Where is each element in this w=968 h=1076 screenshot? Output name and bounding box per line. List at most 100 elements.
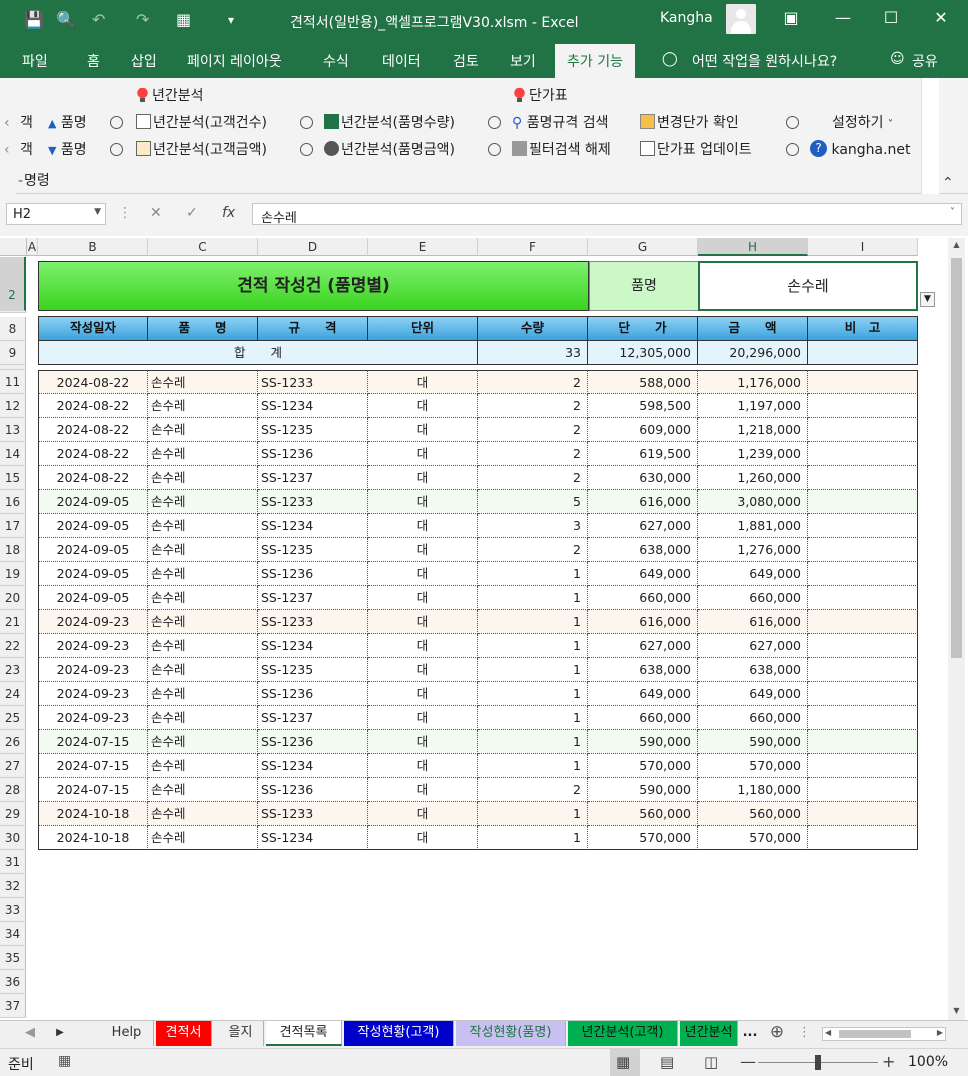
cell-price[interactable]: 590,000 — [588, 778, 698, 802]
cell-date[interactable]: 2024-09-23 — [38, 658, 148, 682]
cell-price[interactable]: 598,500 — [588, 394, 698, 418]
radio-7[interactable] — [786, 114, 799, 132]
row-header-9[interactable]: 9 — [0, 341, 26, 365]
cell-price[interactable]: 660,000 — [588, 586, 698, 610]
cell-unit[interactable]: 대 — [368, 562, 478, 586]
collapse-ribbon-icon[interactable]: ⌃ — [942, 174, 954, 192]
cell-qty[interactable]: 2 — [478, 538, 588, 562]
cell-price[interactable]: 570,000 — [588, 754, 698, 778]
cell-price[interactable]: 630,000 — [588, 466, 698, 490]
cell-date[interactable]: 2024-09-23 — [38, 634, 148, 658]
cell-note[interactable] — [808, 418, 918, 442]
cell-spec[interactable]: SS-1236 — [258, 682, 368, 706]
cell-note[interactable] — [808, 514, 918, 538]
cell-qty[interactable]: 2 — [478, 418, 588, 442]
cell-item[interactable]: 손수레 — [148, 826, 258, 850]
worksheet-grid[interactable]: A B C D E F G H I 2 8 9 견적 작성건 (품명별) 품명 … — [0, 236, 968, 1020]
cell-spec[interactable]: SS-1237 — [258, 466, 368, 490]
item-qty-button[interactable]: 년간분석(품명수량) — [324, 114, 455, 132]
cell-price[interactable]: 616,000 — [588, 610, 698, 634]
cell-qty[interactable]: 3 — [478, 514, 588, 538]
cell-date[interactable]: 2024-09-05 — [38, 514, 148, 538]
cell-unit[interactable]: 대 — [368, 418, 478, 442]
cell-item[interactable]: 손수레 — [148, 610, 258, 634]
cell-note[interactable] — [808, 610, 918, 634]
cell-note[interactable] — [808, 754, 918, 778]
cell-spec[interactable]: SS-1237 — [258, 706, 368, 730]
cell-item[interactable]: 손수레 — [148, 634, 258, 658]
cell-note[interactable] — [808, 490, 918, 514]
cell-date[interactable]: 2024-09-23 — [38, 706, 148, 730]
cell-spec[interactable]: SS-1235 — [258, 658, 368, 682]
customer-amount-button[interactable]: 년간분석(고객금액) — [136, 141, 267, 159]
row-header[interactable]: 20 — [0, 586, 26, 610]
row-header[interactable]: 11 — [0, 370, 26, 394]
cell-price[interactable]: 638,000 — [588, 658, 698, 682]
col-header-f[interactable]: F — [478, 238, 588, 256]
row-header[interactable]: 24 — [0, 682, 26, 706]
cell-item[interactable]: 손수레 — [148, 658, 258, 682]
cell-item[interactable]: 손수레 — [148, 682, 258, 706]
cell-spec[interactable]: SS-1236 — [258, 778, 368, 802]
row-header[interactable]: 16 — [0, 490, 26, 514]
radio-2[interactable] — [110, 141, 123, 159]
menu-view[interactable]: 보기 — [510, 51, 536, 71]
cell-item[interactable]: 손수레 — [148, 706, 258, 730]
price-check-button[interactable]: 변경단가 확인 — [640, 114, 739, 132]
cell-item[interactable]: 손수레 — [148, 802, 258, 826]
tab-sheet[interactable]: 년간분석(고객) — [568, 1021, 678, 1046]
cell-date[interactable]: 2024-07-15 — [38, 778, 148, 802]
horizontal-scrollbar[interactable]: ◀ ▶ — [822, 1027, 946, 1041]
cell-note[interactable] — [808, 706, 918, 730]
cell-qty[interactable]: 2 — [478, 466, 588, 490]
row-header[interactable]: 13 — [0, 418, 26, 442]
ribbon-scroll-left-icon-2[interactable]: ‹ — [4, 141, 10, 159]
add-sheet-icon[interactable]: ⊕ — [766, 1021, 788, 1046]
cell-qty[interactable]: 1 — [478, 634, 588, 658]
cell-item[interactable]: 손수레 — [148, 586, 258, 610]
cell-amount[interactable]: 3,080,000 — [698, 490, 808, 514]
cell-qty[interactable]: 2 — [478, 370, 588, 394]
cell-note[interactable] — [808, 658, 918, 682]
cell-date[interactable]: 2024-08-22 — [38, 418, 148, 442]
cell-date[interactable]: 2024-08-22 — [38, 370, 148, 394]
hscroll-thumb[interactable] — [839, 1030, 911, 1038]
zoom-in-icon[interactable]: + — [882, 1052, 895, 1071]
cell-qty[interactable]: 1 — [478, 562, 588, 586]
cell-note[interactable] — [808, 682, 918, 706]
tab-sheet[interactable]: 작성현황(고객) — [344, 1021, 454, 1046]
cell-qty[interactable]: 2 — [478, 442, 588, 466]
cell-date[interactable]: 2024-07-15 — [38, 730, 148, 754]
cell-spec[interactable]: SS-1234 — [258, 394, 368, 418]
cell-note[interactable] — [808, 802, 918, 826]
cell-amount[interactable]: 1,218,000 — [698, 418, 808, 442]
cell-unit[interactable]: 대 — [368, 538, 478, 562]
cell-price[interactable]: 619,500 — [588, 442, 698, 466]
cell-item[interactable]: 손수레 — [148, 778, 258, 802]
row-header[interactable]: 21 — [0, 610, 26, 634]
row-header[interactable]: 14 — [0, 442, 26, 466]
save-icon[interactable]: 💾 — [24, 10, 44, 30]
cell-price[interactable]: 649,000 — [588, 682, 698, 706]
cell-item[interactable]: 손수레 — [148, 370, 258, 394]
cell-spec[interactable]: SS-1233 — [258, 610, 368, 634]
cell-unit[interactable]: 대 — [368, 610, 478, 634]
scroll-down-icon[interactable]: ▼ — [950, 1006, 963, 1019]
row-header[interactable]: 18 — [0, 538, 26, 562]
cell-spec[interactable]: SS-1234 — [258, 514, 368, 538]
cell-amount[interactable]: 1,881,000 — [698, 514, 808, 538]
col-header-d[interactable]: D — [258, 238, 368, 256]
page-layout-icon[interactable]: ▤ — [660, 1053, 674, 1071]
more-tabs-button[interactable]: ... — [740, 1021, 760, 1046]
row-header[interactable]: 37 — [0, 994, 26, 1018]
hscroll-right-icon[interactable]: ▶ — [937, 1028, 943, 1037]
row-header[interactable]: 32 — [0, 874, 26, 898]
cell-qty[interactable]: 1 — [478, 682, 588, 706]
row-header[interactable]: 34 — [0, 922, 26, 946]
cell-spec[interactable]: SS-1237 — [258, 586, 368, 610]
cell-qty[interactable]: 1 — [478, 730, 588, 754]
ribbon-scroll-left-icon[interactable]: ‹ — [4, 114, 10, 132]
cell-qty[interactable]: 1 — [478, 610, 588, 634]
cell-unit[interactable]: 대 — [368, 634, 478, 658]
cancel-icon[interactable]: ✕ — [150, 205, 162, 221]
